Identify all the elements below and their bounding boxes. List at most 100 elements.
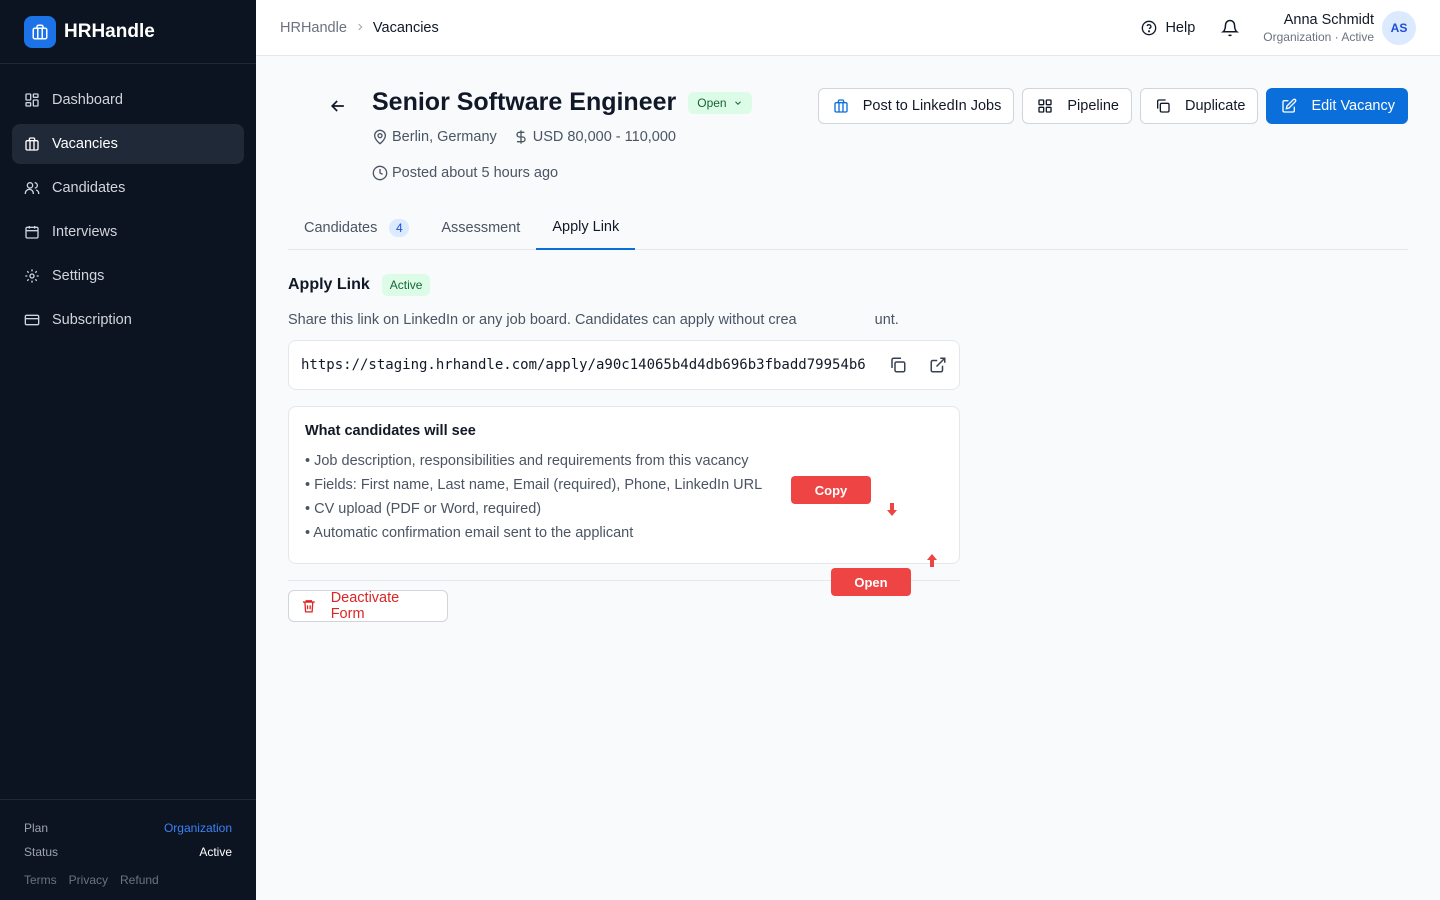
dashboard-icon: [24, 92, 40, 108]
plan-row: Plan Organization: [24, 816, 232, 840]
tab-label: Apply Link: [552, 219, 620, 235]
button-label: Edit Vacancy: [1311, 98, 1395, 114]
clock-icon: [372, 165, 388, 181]
apply-url[interactable]: https://staging.hrhandle.com/apply/a90c1…: [301, 357, 866, 373]
user-info[interactable]: Anna Schmidt Organization · Active: [1263, 12, 1374, 44]
status-value: Active: [199, 845, 232, 859]
credit-card-icon: [24, 312, 40, 328]
panel-title: Apply Link: [288, 276, 370, 293]
location: Berlin, Germany: [392, 129, 497, 145]
posted-time: Posted about 5 hours ago: [392, 165, 559, 181]
candidate-count-badge: 4: [389, 219, 410, 237]
salary: USD 80,000 - 110,000: [532, 129, 676, 145]
copy-icon[interactable]: [889, 356, 907, 374]
panel-description: Share this link on LinkedIn or any job b…: [288, 312, 899, 328]
deactivate-form-button[interactable]: Deactivate Form: [288, 590, 448, 622]
open-callout: Open: [831, 568, 911, 596]
tab-candidates[interactable]: Candidates 4: [288, 206, 425, 250]
meta-row: Berlin, Germany USD 80,000 - 110,000: [372, 129, 676, 145]
brand[interactable]: HRHandle: [0, 0, 256, 64]
help-label: Help: [1165, 19, 1196, 36]
status-row: Status Active: [24, 840, 232, 864]
briefcase-logo-icon: [24, 15, 56, 48]
bell-icon[interactable]: [1221, 19, 1240, 37]
tab-assessment[interactable]: Assessment: [425, 206, 536, 250]
breadcrumb-home-link[interactable]: HRHandle: [280, 20, 347, 36]
brand-name: HRHandle: [64, 20, 155, 42]
arrow-left-icon[interactable]: [328, 96, 348, 116]
user-org: Organization · Active: [1263, 29, 1374, 44]
sidebar-item-candidates[interactable]: Candidates: [12, 168, 244, 208]
sidebar-item-label: Dashboard: [52, 92, 123, 108]
sidebar-footer: Plan Organization Status Active Terms Pr…: [0, 799, 256, 900]
arrow-up-icon: [927, 554, 937, 567]
sidebar-item-label: Candidates: [52, 180, 126, 196]
button-label: Deactivate Form: [330, 590, 400, 622]
tab-apply-link[interactable]: Apply Link: [536, 206, 636, 250]
status-label: Status: [24, 845, 59, 859]
edit-vacancy-button[interactable]: Edit Vacancy: [1266, 88, 1408, 124]
chevron-right-icon: [355, 21, 365, 35]
arrow-down-icon: [887, 503, 897, 516]
tab-label: Candidates: [304, 220, 378, 236]
sidebar-item-vacancies[interactable]: Vacancies: [12, 124, 244, 164]
header-actions: Post to LinkedIn Jobs Pipeline Duplicate…: [817, 88, 1408, 124]
sidebar-item-label: Vacancies: [52, 136, 118, 152]
edit-icon: [1282, 98, 1297, 113]
gear-icon: [24, 268, 40, 284]
users-icon: [24, 180, 40, 196]
list-item: • Job description, responsibilities and …: [305, 453, 749, 469]
posted-row: Posted about 5 hours ago: [372, 165, 558, 181]
main-content: Senior Software Engineer Open Berlin, Ge…: [256, 56, 1440, 900]
apply-url-box: https://staging.hrhandle.com/apply/a90c1…: [288, 340, 960, 390]
post-to-linkedin-button[interactable]: Post to LinkedIn Jobs: [817, 88, 1015, 124]
sidebar-item-dashboard[interactable]: Dashboard: [12, 80, 244, 120]
title-row: Senior Software Engineer Open: [372, 88, 752, 117]
panel-header: Apply Link Active: [288, 274, 960, 296]
status-badge: Open: [697, 95, 727, 110]
sidebar-item-label: Interviews: [52, 224, 118, 240]
sidebar: HRHandle Dashboard Vacancies Candidates …: [0, 0, 256, 900]
plan-label: Plan: [24, 821, 49, 835]
sidebar-item-subscription[interactable]: Subscription: [12, 300, 244, 340]
page-title: Senior Software Engineer: [372, 88, 677, 116]
external-link-icon[interactable]: [929, 356, 947, 374]
help-button[interactable]: Help: [1141, 20, 1195, 36]
list-item: • Automatic confirmation email sent to t…: [305, 525, 634, 541]
breadcrumb-current: Vacancies: [372, 19, 439, 36]
briefcase-icon: [24, 136, 40, 152]
copy-callout: Copy: [791, 476, 871, 504]
grid-icon: [1038, 99, 1053, 113]
duplicate-button[interactable]: Duplicate: [1139, 88, 1259, 124]
topbar-right: Help Anna Schmidt Organization · Active …: [1141, 10, 1416, 45]
status-dropdown[interactable]: Open: [688, 91, 752, 114]
user-name: Anna Schmidt: [1283, 11, 1374, 28]
vacancy-header: Senior Software Engineer Open Berlin, Ge…: [288, 56, 1408, 206]
dollar-icon: [516, 130, 526, 144]
apply-link-panel: Apply Link Active Share this link on Lin…: [288, 274, 960, 622]
topbar: HRHandle Vacancies Help Anna Schmidt Org…: [256, 0, 1440, 56]
refund-link[interactable]: Refund: [120, 873, 159, 887]
privacy-link[interactable]: Privacy: [69, 873, 108, 887]
breadcrumb: HRHandle Vacancies: [280, 20, 439, 36]
sidebar-item-label: Subscription: [52, 312, 132, 328]
button-label: Duplicate: [1184, 98, 1246, 114]
sidebar-item-interviews[interactable]: Interviews: [12, 212, 244, 252]
footer-links: Terms Privacy Refund: [24, 868, 232, 892]
button-label: Post to LinkedIn Jobs: [862, 98, 1002, 114]
map-pin-icon: [373, 129, 387, 145]
copy-icon: [1156, 99, 1170, 113]
tab-label: Assessment: [441, 220, 521, 236]
button-label: Pipeline: [1067, 98, 1119, 114]
url-actions: [889, 356, 947, 374]
active-badge: Active: [381, 274, 431, 296]
terms-link[interactable]: Terms: [24, 873, 57, 887]
avatar[interactable]: AS: [1382, 10, 1416, 45]
sidebar-nav: Dashboard Vacancies Candidates Interview…: [0, 64, 256, 360]
plan-value-link[interactable]: Organization: [164, 821, 232, 835]
pipeline-button[interactable]: Pipeline: [1022, 88, 1132, 124]
vacancy-tabs: Candidates 4 Assessment Apply Link: [288, 206, 1408, 250]
sidebar-item-settings[interactable]: Settings: [12, 256, 244, 296]
sidebar-item-label: Settings: [52, 268, 105, 284]
chevron-down-icon: [734, 100, 741, 105]
